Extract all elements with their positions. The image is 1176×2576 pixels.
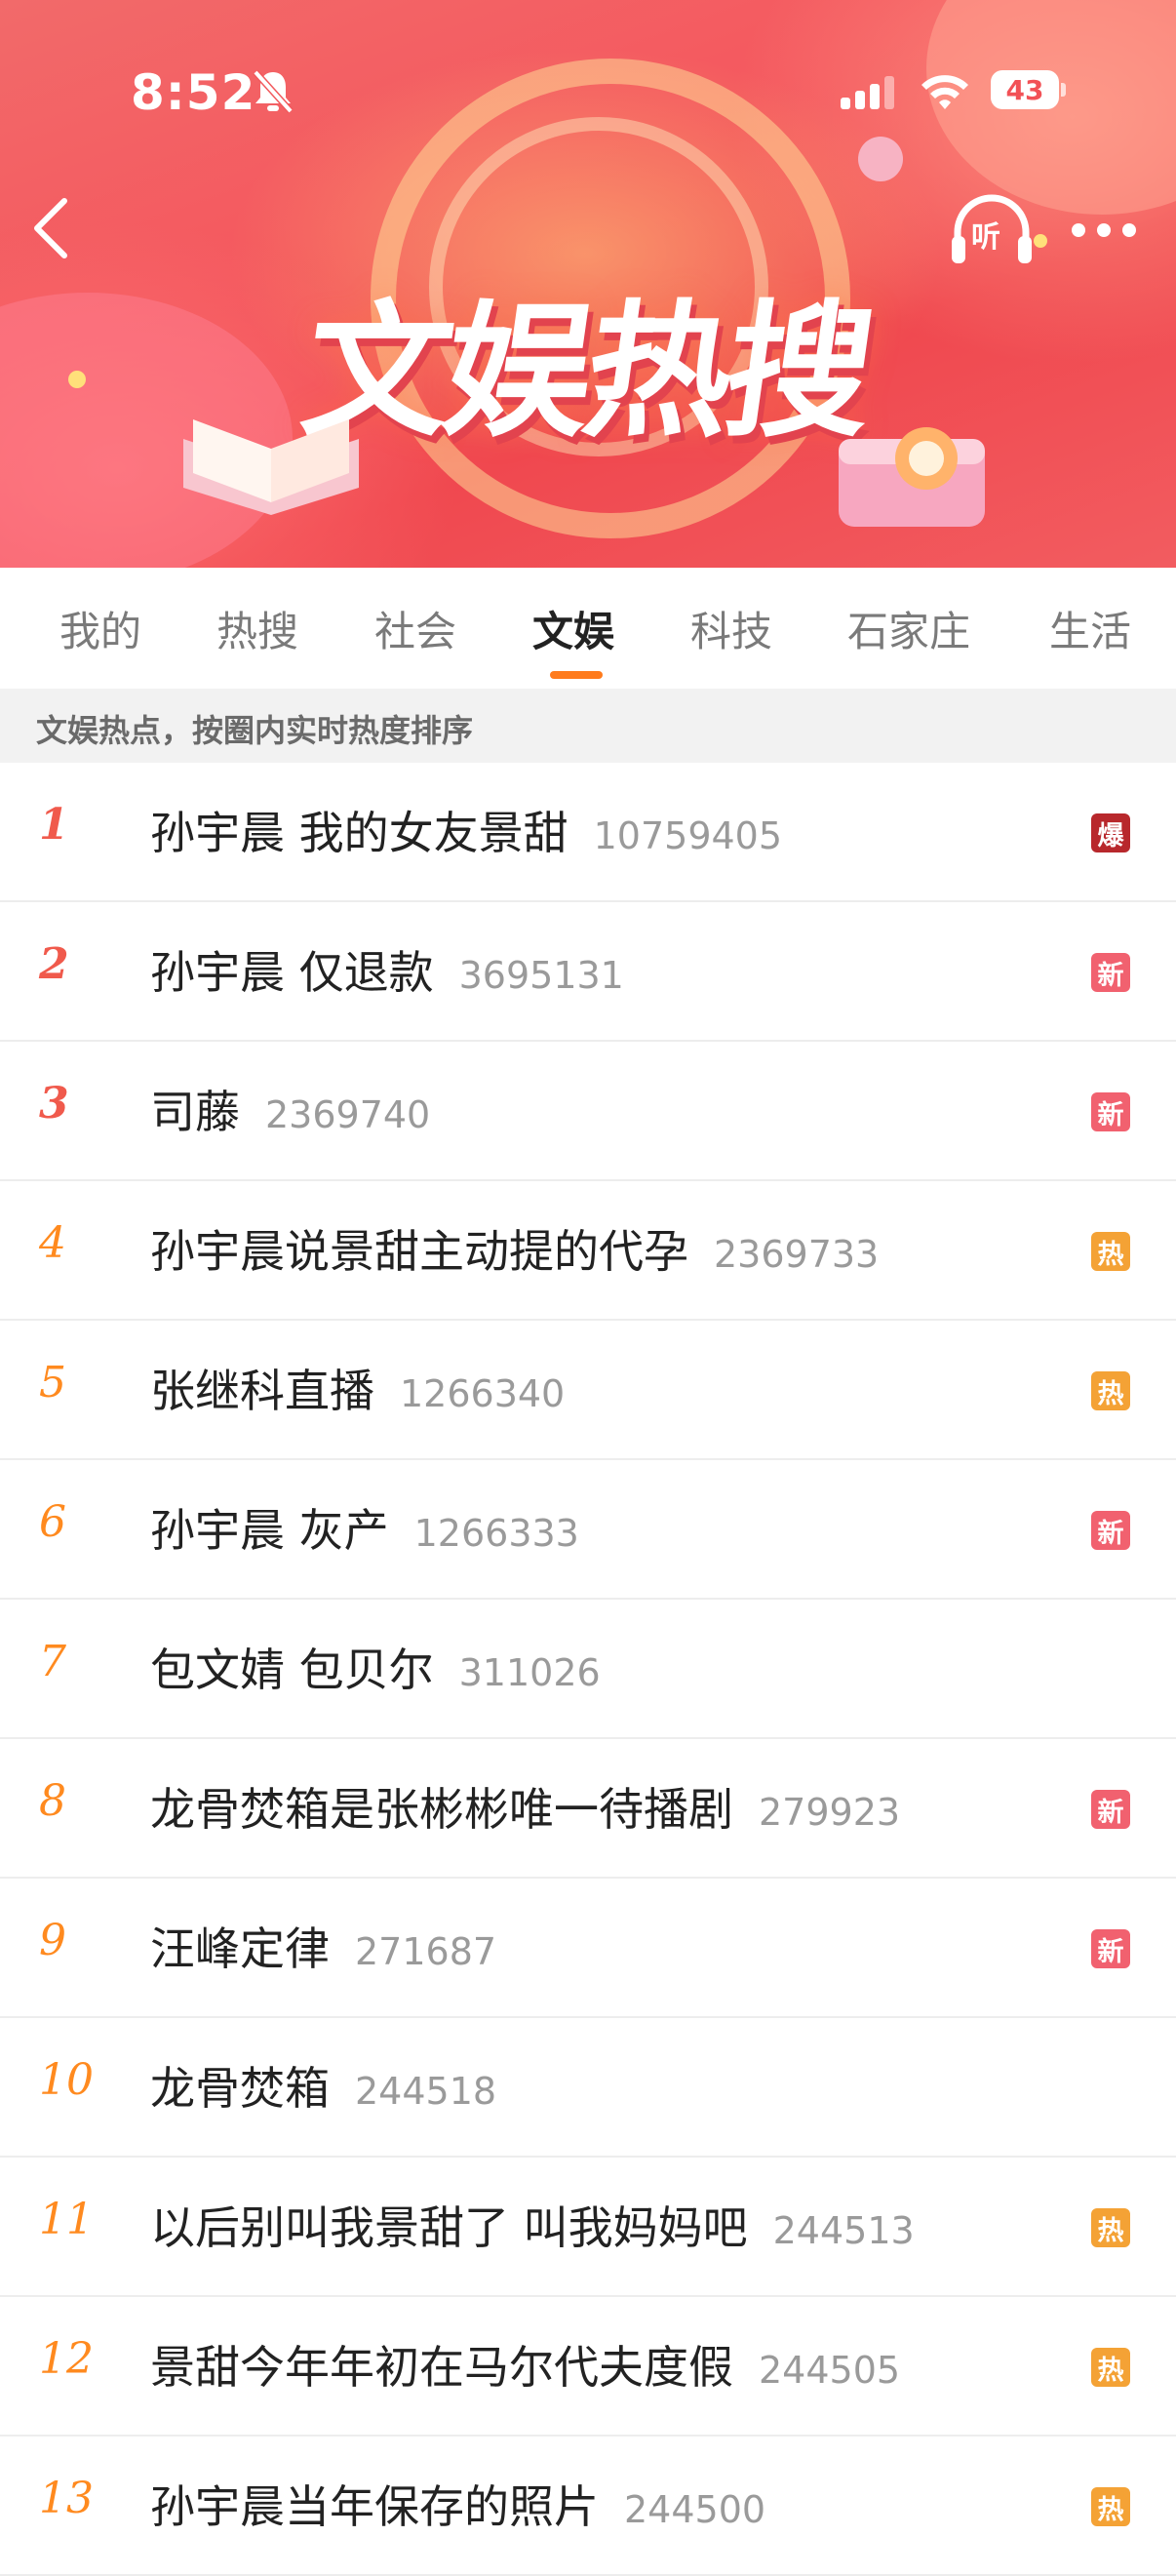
list-item[interactable]: 3 司藤 2369740 新: [0, 1042, 1176, 1181]
rank-number: 12: [39, 2334, 94, 2384]
more-options-button[interactable]: [1067, 209, 1141, 252]
item-title: 司藤: [150, 1086, 240, 1138]
tab-life[interactable]: 生活: [1049, 599, 1131, 658]
badge-hot: 热: [1091, 1371, 1130, 1410]
list-item[interactable]: 6 孙宇晨 灰产 1266333 新: [0, 1460, 1176, 1600]
list-item[interactable]: 10 龙骨焚箱 244518: [0, 2018, 1176, 2158]
camera-icon: [839, 427, 985, 527]
item-title: 龙骨焚箱是张彬彬唯一待播剧: [150, 1783, 733, 1836]
status-bar: 8:52 43: [0, 59, 1176, 131]
rank-number: 13: [39, 2474, 94, 2523]
rank-number: 8: [39, 1776, 66, 1826]
open-book-icon: [183, 419, 359, 515]
tab-hot-search[interactable]: 热搜: [216, 599, 298, 658]
badge-explosive: 爆: [1091, 813, 1130, 852]
rank-number: 3: [39, 1079, 69, 1129]
heat-count: 311026: [458, 1651, 601, 1694]
item-title: 汪峰定律: [150, 1922, 330, 1975]
list-item[interactable]: 13 孙宇晨当年保存的照片 244500 热: [0, 2437, 1176, 2576]
heat-count: 244500: [624, 2488, 766, 2531]
tab-shijiazhuang[interactable]: 石家庄: [847, 599, 970, 658]
heat-count: 244505: [759, 2349, 901, 2392]
item-title: 张继科直播: [150, 1365, 374, 1417]
list-item[interactable]: 11 以后别叫我景甜了 叫我妈妈吧 244513 热: [0, 2158, 1176, 2297]
more-dots-icon: [1072, 223, 1136, 237]
badge-new: 新: [1091, 1092, 1130, 1131]
list-item[interactable]: 9 汪峰定律 271687 新: [0, 1879, 1176, 2018]
battery-level: 43: [991, 70, 1059, 109]
active-tab-indicator: [550, 671, 603, 679]
tab-entertainment[interactable]: 文娱: [532, 599, 614, 658]
heat-count: 2369740: [265, 1093, 431, 1136]
rank-number: 10: [39, 2055, 94, 2105]
heat-count: 244518: [355, 2070, 497, 2113]
section-description-text: 文娱热点，按圈内实时热度排序: [36, 712, 474, 749]
rank-number: 1: [39, 800, 69, 850]
badge-hot: 热: [1091, 1232, 1130, 1271]
tab-society[interactable]: 社会: [374, 599, 456, 658]
wifi-icon: [921, 75, 968, 109]
heat-count: 3695131: [458, 954, 624, 997]
list-item[interactable]: 12 景甜今年年初在马尔代夫度假 244505 热: [0, 2297, 1176, 2437]
rank-number: 11: [39, 2195, 94, 2244]
rank-number: 7: [39, 1637, 66, 1686]
section-description: 文娱热点，按圈内实时热度排序: [0, 689, 1176, 763]
rank-number: 5: [39, 1358, 66, 1407]
decor-planet: [858, 137, 903, 181]
badge-new: 新: [1091, 953, 1130, 992]
tab-tech[interactable]: 科技: [690, 599, 772, 658]
decor-dot: [1034, 234, 1047, 248]
heat-count: 1266333: [413, 1512, 579, 1555]
heat-count: 10759405: [593, 814, 783, 857]
silent-bell-icon: [253, 69, 294, 114]
rank-number: 6: [39, 1497, 66, 1547]
badge-new: 新: [1091, 1790, 1130, 1829]
item-title: 龙骨焚箱: [150, 2062, 330, 2115]
rank-number: 9: [39, 1916, 66, 1965]
item-title: 景甜今年年初在马尔代夫度假: [150, 2341, 733, 2394]
badge-hot: 热: [1091, 2208, 1130, 2247]
heat-count: 1266340: [400, 1372, 566, 1415]
list-item[interactable]: 5 张继科直播 1266340 热: [0, 1321, 1176, 1460]
list-item[interactable]: 7 包文婧 包贝尔 311026: [0, 1600, 1176, 1739]
hero-banner: 8:52 43 听 文娱热搜: [0, 0, 1176, 568]
item-title: 包文婧 包贝尔: [150, 1644, 434, 1696]
item-title: 以后别叫我景甜了 叫我妈妈吧: [150, 2201, 748, 2254]
list-item[interactable]: 4 孙宇晨说景甜主动提的代孕 2369733 热: [0, 1181, 1176, 1321]
hot-search-list: 1 孙宇晨 我的女友景甜 10759405 爆 2 孙宇晨 仅退款 3 6 9 5 13 1 …: [0, 763, 1176, 2576]
heat-count: 271687: [355, 1930, 497, 1973]
battery-indicator: 43: [991, 70, 1067, 111]
badge-new: 新: [1091, 1929, 1130, 1968]
tab-mine[interactable]: 我的: [59, 599, 141, 658]
badge-hot: 热: [1091, 2487, 1130, 2526]
heat-count: 244513: [772, 2209, 915, 2252]
listen-label: 听: [971, 220, 1000, 255]
badge-hot: 热: [1091, 2348, 1130, 2387]
rank-number: 4: [39, 1218, 66, 1268]
cellular-signal-icon: [841, 76, 894, 109]
list-item[interactable]: 8 龙骨焚箱是张彬彬唯一待播剧 279923 新: [0, 1739, 1176, 1879]
item-title: 孙宇晨 我的女友景甜: [150, 807, 568, 859]
battery-tip: [1061, 83, 1066, 97]
heat-count: 2369733: [714, 1233, 880, 1276]
list-item[interactable]: 2 孙宇晨 仅退款 3695131 新: [0, 902, 1176, 1042]
clock: 8:52: [131, 64, 256, 121]
badge-new: 新: [1091, 1511, 1130, 1550]
heat-count: 279923: [759, 1791, 901, 1834]
item-title: 孙宇晨 仅退款: [150, 946, 434, 999]
list-item[interactable]: 1 孙宇晨 我的女友景甜 10759405 爆: [0, 763, 1176, 902]
rank-number: 2: [39, 939, 69, 989]
item-title: 孙宇晨当年保存的照片: [150, 2480, 599, 2533]
item-title: 孙宇晨 灰产: [150, 1504, 389, 1557]
item-title: 孙宇晨说景甜主动提的代孕: [150, 1225, 688, 1278]
category-tabs: 我的 热搜 社会 文娱 科技 石家庄 生活: [0, 568, 1176, 689]
